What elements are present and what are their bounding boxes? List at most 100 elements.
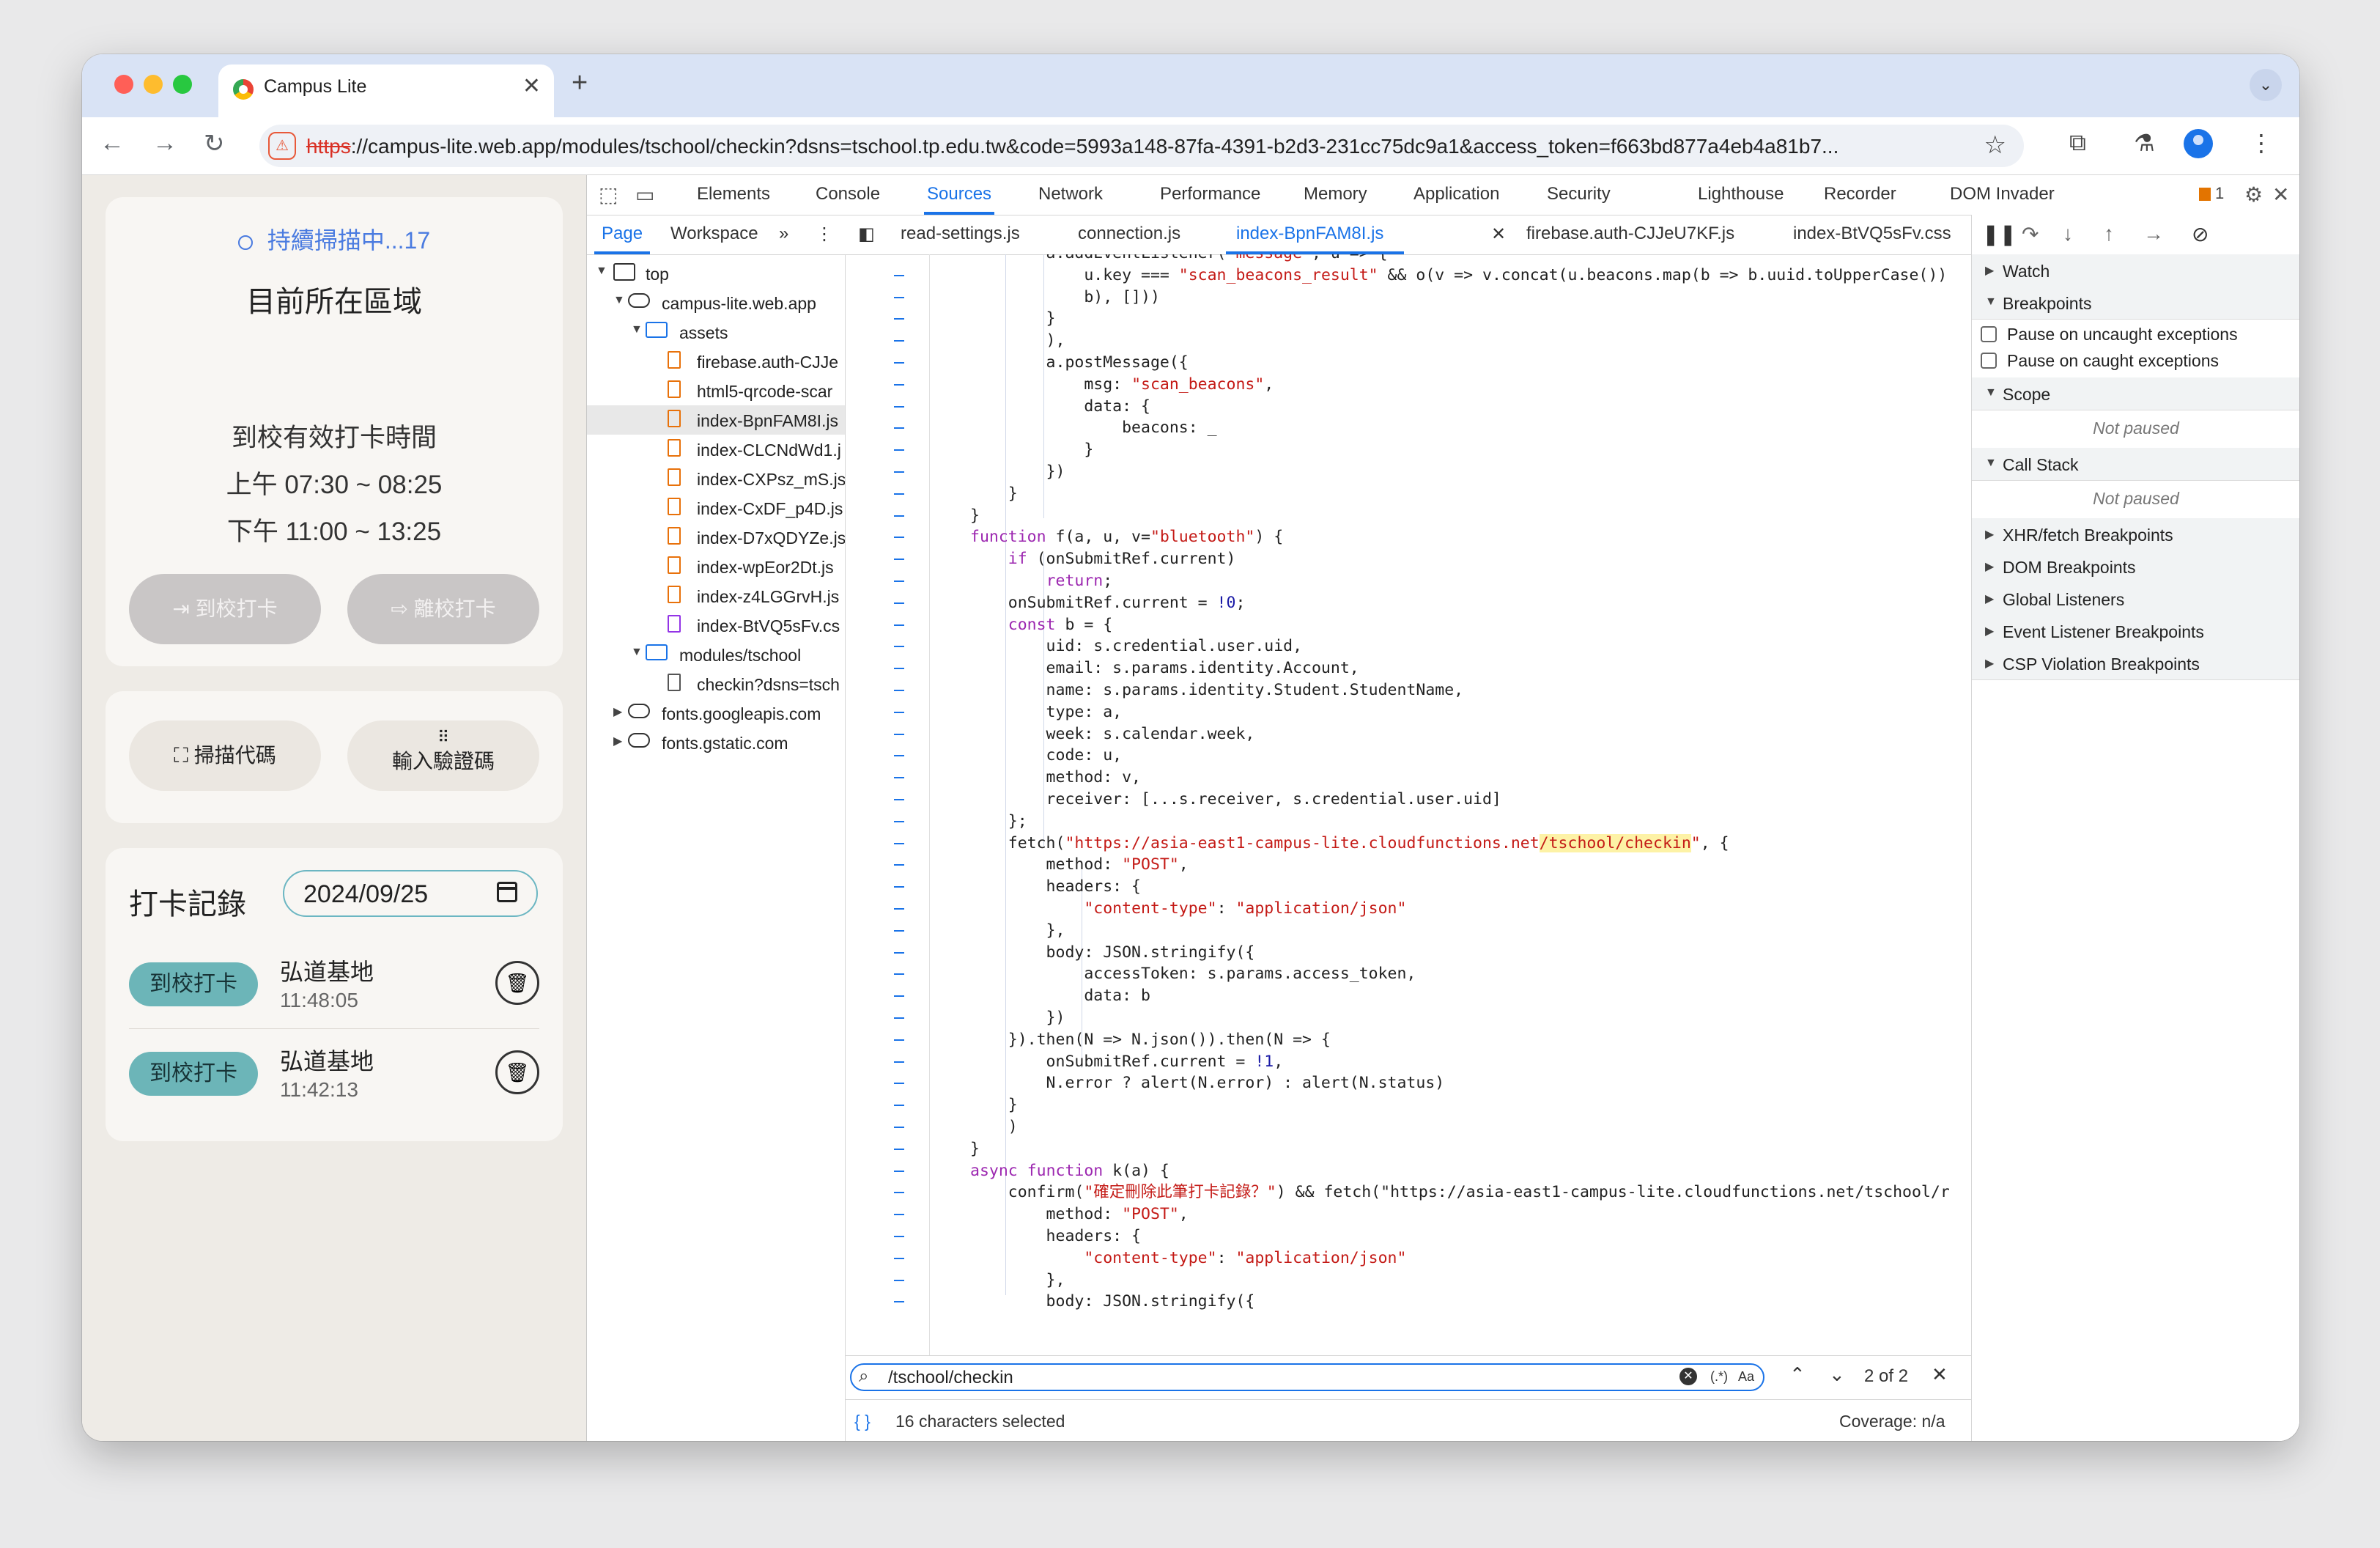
gutter-marker[interactable] xyxy=(894,1039,904,1041)
issues-badge[interactable]: 1 xyxy=(2199,184,2224,203)
site-info-icon[interactable]: ⚠ xyxy=(268,132,296,160)
file-tab-firebase-auth[interactable]: firebase.auth-CJJeU7KF.js xyxy=(1526,224,1734,244)
checkbox[interactable] xyxy=(1981,326,1997,342)
gutter-marker[interactable] xyxy=(894,1279,904,1281)
close-devtools-icon[interactable]: ✕ xyxy=(2272,183,2289,207)
gutter-marker[interactable] xyxy=(894,362,904,364)
gutter-marker[interactable] xyxy=(894,1083,904,1085)
gutter-marker[interactable] xyxy=(894,559,904,561)
nav-menu-icon[interactable]: ⋮ xyxy=(816,224,833,245)
more-menu-icon[interactable]: ⋮ xyxy=(2250,129,2273,157)
tree-item-file[interactable]: index-CLCNdWd1.j xyxy=(587,435,845,464)
tree-item-file-selected[interactable]: index-BpnFAM8I.js xyxy=(587,405,845,435)
step-icon[interactable]: → xyxy=(2143,222,2164,246)
pause-uncaught-checkbox[interactable]: Pause on uncaught exceptions xyxy=(1981,322,2299,348)
step-into-icon[interactable]: ↓ xyxy=(2063,222,2073,246)
gutter-marker[interactable] xyxy=(894,1061,904,1063)
tree-item-file[interactable]: index-z4LGGrvH.js xyxy=(587,581,845,611)
gutter-marker[interactable] xyxy=(894,580,904,582)
tab-dom-invader[interactable]: DOM Invader xyxy=(1950,184,2055,204)
tab-close-icon[interactable]: ✕ xyxy=(522,73,541,99)
gutter-marker[interactable] xyxy=(894,1170,904,1172)
gutter-marker[interactable] xyxy=(894,1148,904,1150)
file-tab-index-bpn[interactable]: index-BpnFAM8I.js xyxy=(1225,224,1405,254)
tree-item-file[interactable]: index-BtVQ5sFv.cs xyxy=(587,611,845,640)
labs-flask-icon[interactable]: ⚗ xyxy=(2134,129,2155,157)
tree-item-modules[interactable]: ▼ modules/tschool xyxy=(587,640,845,669)
gutter-marker[interactable] xyxy=(894,405,904,408)
gutter-marker[interactable] xyxy=(894,1257,904,1259)
pretty-print-icon[interactable]: { } xyxy=(854,1412,871,1431)
match-case-toggle[interactable]: Aa xyxy=(1738,1369,1754,1385)
forward-icon[interactable]: → xyxy=(152,129,177,158)
gutter-marker[interactable] xyxy=(894,515,904,517)
tab-sources[interactable]: Sources xyxy=(923,184,995,215)
tree-item-file[interactable]: index-CxDF_p4D.js xyxy=(587,493,845,523)
tab-application[interactable]: Application xyxy=(1413,184,1499,204)
tree-item-assets[interactable]: ▼ assets xyxy=(587,317,845,347)
inspect-element-icon[interactable]: ⬚ xyxy=(599,183,618,207)
tab-network[interactable]: Network xyxy=(1038,184,1103,204)
deactivate-breakpoints-icon[interactable]: ⊘ xyxy=(2192,222,2209,246)
toggle-navigator-icon[interactable]: ◧ xyxy=(858,224,875,245)
tree-item-file[interactable]: firebase.auth-CJJe xyxy=(587,347,845,376)
gutter-marker[interactable] xyxy=(894,602,904,604)
gutter-marker[interactable] xyxy=(894,908,904,910)
file-tab-connection[interactable]: connection.js xyxy=(1078,224,1180,244)
section-watch[interactable]: ▶ Watch xyxy=(1972,254,2299,287)
close-find-icon[interactable]: ✕ xyxy=(1932,1363,1948,1386)
gutter-marker[interactable] xyxy=(894,1236,904,1237)
section-call-stack[interactable]: ▼ Call Stack xyxy=(1972,448,2299,481)
file-tab-index-css[interactable]: index-BtVQ5sFv.css xyxy=(1793,224,1951,244)
gutter-marker[interactable] xyxy=(894,864,904,866)
gutter-marker[interactable] xyxy=(894,1192,904,1194)
section-scope[interactable]: ▼ Scope xyxy=(1972,377,2299,410)
gutter-marker[interactable] xyxy=(894,690,904,691)
tab-elements[interactable]: Elements xyxy=(697,184,770,204)
enter-code-button[interactable]: ⠿ 輸入驗證碼 xyxy=(347,720,539,791)
back-icon[interactable]: ← xyxy=(100,129,125,158)
tree-item-file[interactable]: checkin?dsns=tsch xyxy=(587,669,845,699)
gutter-marker[interactable] xyxy=(894,318,904,320)
tab-search-icon[interactable]: ⌄ xyxy=(2250,69,2282,101)
pause-icon[interactable]: ❚❚ xyxy=(1982,222,2017,246)
gutter-marker[interactable] xyxy=(894,929,904,932)
scan-code-button[interactable]: ⛶ 掃描代碼 xyxy=(129,720,321,791)
gutter-marker[interactable] xyxy=(894,842,904,844)
reload-icon[interactable]: ↻ xyxy=(204,129,225,158)
tab-lighthouse[interactable]: Lighthouse xyxy=(1698,184,1784,204)
next-match-icon[interactable]: ⌄ xyxy=(1829,1363,1845,1386)
gutter-marker[interactable] xyxy=(894,711,904,713)
gutter-marker[interactable] xyxy=(894,493,904,495)
clear-search-icon[interactable]: ✕ xyxy=(1679,1368,1697,1385)
gutter-marker[interactable] xyxy=(894,296,904,298)
step-out-icon[interactable]: ↑ xyxy=(2104,222,2114,246)
gutter-marker[interactable] xyxy=(894,383,904,386)
file-tab-close-icon[interactable]: ✕ xyxy=(1491,224,1506,245)
gutter-marker[interactable] xyxy=(894,951,904,954)
gutter-marker[interactable] xyxy=(894,973,904,976)
tree-item-fonts-gstatic[interactable]: ▶ fonts.gstatic.com xyxy=(587,728,845,757)
new-tab-button[interactable]: + xyxy=(572,67,588,99)
arrive-checkin-button[interactable]: ⇥ 到校打卡 xyxy=(129,574,321,644)
gutter-marker[interactable] xyxy=(894,668,904,670)
record-date-input[interactable]: 2024/09/25 xyxy=(283,870,538,917)
gutter-marker[interactable] xyxy=(894,340,904,342)
tab-security[interactable]: Security xyxy=(1547,184,1611,204)
section-global-listeners[interactable]: ▶ Global Listeners xyxy=(1972,583,2299,616)
step-over-icon[interactable]: ↷ xyxy=(2022,222,2039,246)
section-xhr-breakpoints[interactable]: ▶ XHR/fetch Breakpoints xyxy=(1972,518,2299,551)
leave-checkin-button[interactable]: ⇨ 離校打卡 xyxy=(347,574,539,644)
address-bar[interactable]: ⚠ https://campus-lite.web.app/modules/ts… xyxy=(259,125,2024,167)
gutter-marker[interactable] xyxy=(894,799,904,800)
tab-memory[interactable]: Memory xyxy=(1304,184,1367,204)
gutter-marker[interactable] xyxy=(894,995,904,998)
device-toolbar-icon[interactable]: ▭ xyxy=(635,183,654,207)
section-breakpoints[interactable]: ▼ Breakpoints xyxy=(1972,287,2299,320)
section-dom-breakpoints[interactable]: ▶ DOM Breakpoints xyxy=(1972,550,2299,583)
tree-item-fonts-googleapis[interactable]: ▶ fonts.googleapis.com xyxy=(587,699,845,728)
tab-performance[interactable]: Performance xyxy=(1160,184,1260,204)
browser-tab[interactable]: Campus Lite ✕ xyxy=(218,64,554,117)
tree-item-file[interactable]: html5-qrcode-scar xyxy=(587,376,845,405)
tree-item-file[interactable]: index-wpEor2Dt.js xyxy=(587,552,845,581)
